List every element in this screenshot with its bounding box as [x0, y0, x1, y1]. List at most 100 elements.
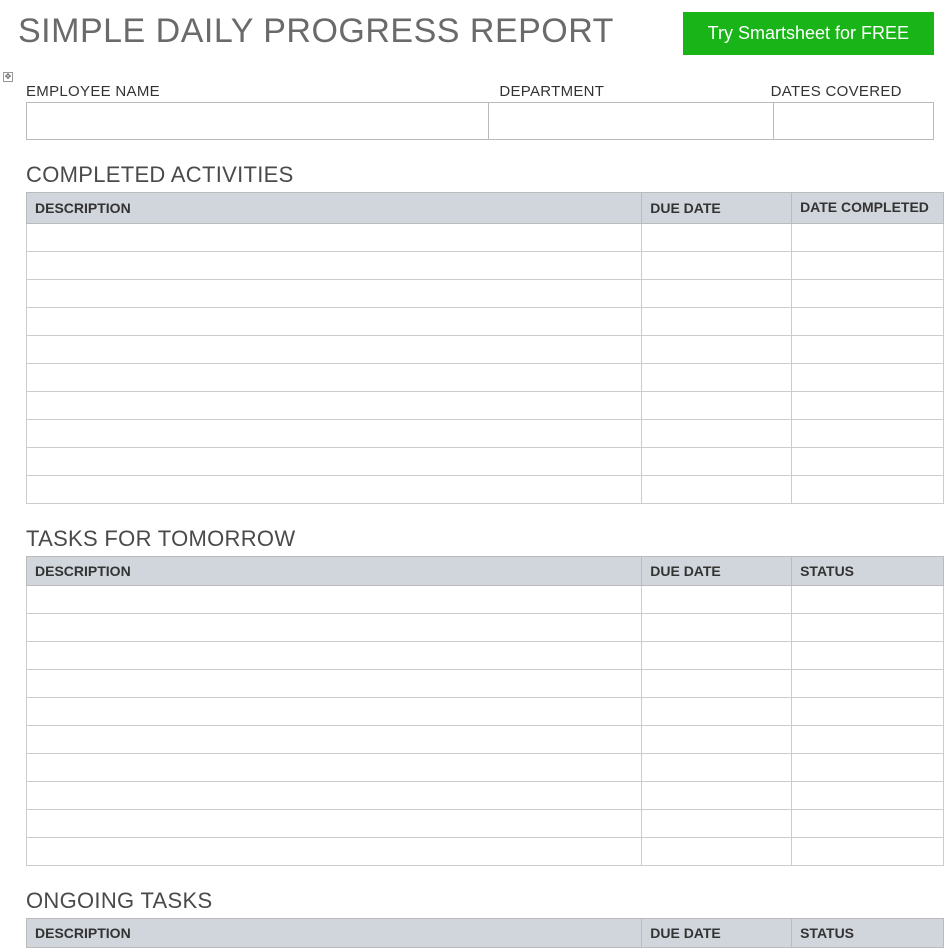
table-cell[interactable] — [642, 809, 792, 837]
table-cell[interactable] — [642, 223, 792, 251]
col-due-date: DUE DATE — [642, 556, 792, 585]
table-cell[interactable] — [642, 419, 792, 447]
table-cell[interactable] — [642, 669, 792, 697]
table-row — [27, 307, 944, 335]
table-cell[interactable] — [642, 781, 792, 809]
table-cell[interactable] — [642, 697, 792, 725]
employee-name-input[interactable] — [26, 102, 489, 140]
department-input[interactable] — [489, 102, 774, 140]
table-row — [27, 781, 944, 809]
ongoing-tasks-title: ONGOING TASKS — [26, 888, 934, 914]
table-row — [27, 641, 944, 669]
table-cell[interactable] — [642, 307, 792, 335]
table-row — [27, 335, 944, 363]
table-row — [27, 585, 944, 613]
table-cell[interactable] — [642, 753, 792, 781]
table-cell[interactable] — [792, 585, 944, 613]
table-cell[interactable] — [27, 363, 642, 391]
table-cell[interactable] — [642, 363, 792, 391]
table-row — [27, 753, 944, 781]
table-row — [27, 613, 944, 641]
ongoing-tasks-table: DESCRIPTION DUE DATE STATUS — [26, 918, 944, 948]
table-cell[interactable] — [792, 363, 944, 391]
employee-name-label: EMPLOYEE NAME — [26, 83, 499, 100]
table-row — [27, 837, 944, 865]
table-cell[interactable] — [642, 475, 792, 503]
table-cell[interactable] — [642, 335, 792, 363]
col-status: STATUS — [792, 918, 944, 947]
table-cell[interactable] — [27, 809, 642, 837]
table-row — [27, 725, 944, 753]
table-cell[interactable] — [27, 475, 642, 503]
col-status: STATUS — [792, 556, 944, 585]
table-cell[interactable] — [27, 641, 642, 669]
table-cell[interactable] — [792, 419, 944, 447]
table-cell[interactable] — [27, 307, 642, 335]
dates-covered-input[interactable] — [774, 102, 934, 140]
table-cell[interactable] — [642, 613, 792, 641]
table-cell[interactable] — [27, 585, 642, 613]
tasks-tomorrow-title: TASKS FOR TOMORROW — [26, 526, 934, 552]
table-cell[interactable] — [27, 419, 642, 447]
table-cell[interactable] — [642, 725, 792, 753]
col-description: DESCRIPTION — [27, 918, 642, 947]
table-cell[interactable] — [27, 725, 642, 753]
table-cell[interactable] — [27, 279, 642, 307]
table-row — [27, 251, 944, 279]
table-cell[interactable] — [642, 641, 792, 669]
table-row — [27, 475, 944, 503]
table-cell[interactable] — [27, 781, 642, 809]
col-description: DESCRIPTION — [27, 556, 642, 585]
table-row — [27, 391, 944, 419]
department-label: DEPARTMENT — [499, 83, 770, 100]
table-cell[interactable] — [792, 335, 944, 363]
table-cell[interactable] — [642, 837, 792, 865]
table-cell[interactable] — [27, 753, 642, 781]
table-row — [27, 697, 944, 725]
table-cell[interactable] — [27, 697, 642, 725]
table-cell[interactable] — [27, 837, 642, 865]
table-cell[interactable] — [792, 753, 944, 781]
completed-activities-table: DESCRIPTION DUE DATE DATE COMPLETED — [26, 192, 944, 504]
table-cell[interactable] — [27, 391, 642, 419]
table-cell[interactable] — [642, 251, 792, 279]
table-cell[interactable] — [792, 641, 944, 669]
table-cell[interactable] — [27, 669, 642, 697]
table-cell[interactable] — [27, 447, 642, 475]
table-row — [27, 669, 944, 697]
table-cell[interactable] — [792, 837, 944, 865]
col-description: DESCRIPTION — [27, 193, 642, 224]
table-cell[interactable] — [792, 251, 944, 279]
table-cell[interactable] — [792, 725, 944, 753]
table-cell[interactable] — [642, 279, 792, 307]
table-cell[interactable] — [792, 613, 944, 641]
table-cell[interactable] — [792, 697, 944, 725]
table-cell[interactable] — [642, 391, 792, 419]
completed-activities-title: COMPLETED ACTIVITIES — [26, 162, 934, 188]
table-cell[interactable] — [792, 809, 944, 837]
col-due-date: DUE DATE — [642, 918, 792, 947]
table-cell[interactable] — [792, 223, 944, 251]
table-cell[interactable] — [642, 585, 792, 613]
table-cell[interactable] — [27, 335, 642, 363]
table-cell[interactable] — [792, 391, 944, 419]
table-cell[interactable] — [792, 279, 944, 307]
move-handle-icon[interactable]: ✥ — [3, 72, 13, 82]
table-cell[interactable] — [27, 251, 642, 279]
page-title: SIMPLE DAILY PROGRESS REPORT — [18, 12, 614, 51]
table-row — [27, 279, 944, 307]
table-cell[interactable] — [27, 223, 642, 251]
table-row — [27, 809, 944, 837]
col-due-date: DUE DATE — [642, 193, 792, 224]
table-cell[interactable] — [792, 447, 944, 475]
table-cell[interactable] — [27, 613, 642, 641]
table-row — [27, 419, 944, 447]
table-row — [27, 363, 944, 391]
table-row — [27, 223, 944, 251]
table-cell[interactable] — [792, 475, 944, 503]
table-cell[interactable] — [792, 781, 944, 809]
table-cell[interactable] — [642, 447, 792, 475]
try-smartsheet-button[interactable]: Try Smartsheet for FREE — [683, 12, 934, 55]
table-cell[interactable] — [792, 669, 944, 697]
table-cell[interactable] — [792, 307, 944, 335]
